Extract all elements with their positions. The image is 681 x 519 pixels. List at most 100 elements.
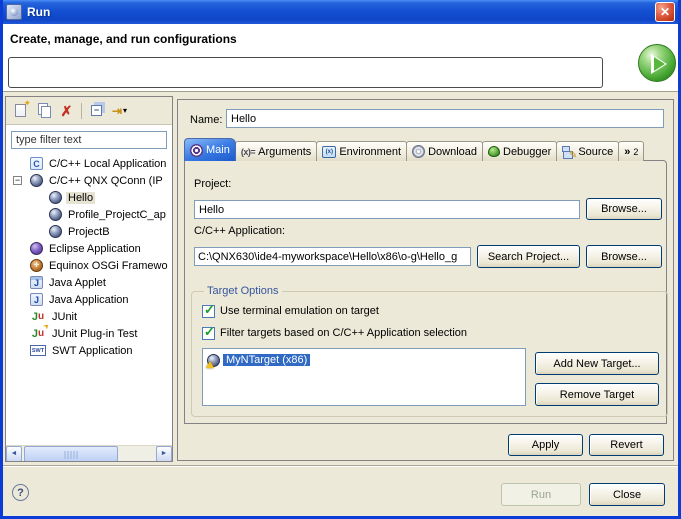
revert-button[interactable]: Revert xyxy=(589,434,664,456)
target-list-item[interactable]: MyNTarget (x86) xyxy=(207,352,521,368)
delete-configuration-button[interactable]: ✗ xyxy=(55,100,78,122)
search-project-button[interactable]: Search Project... xyxy=(477,245,580,268)
bullseye-icon xyxy=(190,144,203,157)
tab-main[interactable]: Main xyxy=(184,138,236,161)
application-label: C/C++ Application: xyxy=(194,225,285,237)
configurations-toolbar: ✗ − ⇥▾ xyxy=(6,97,172,125)
junit-plugin-icon: Ju xyxy=(30,327,46,340)
collapse-all-button[interactable]: − xyxy=(85,100,108,122)
tree-item-java-applet[interactable]: J Java Applet xyxy=(6,274,172,291)
horizontal-scrollbar[interactable]: ◄ ► xyxy=(6,445,172,461)
configuration-detail-panel: Name: Main (x)= Arguments (x) Environmen… xyxy=(177,99,674,461)
scrollbar-thumb[interactable] xyxy=(24,446,118,462)
debugger-bug-icon xyxy=(488,146,500,157)
remove-target-button[interactable]: Remove Target xyxy=(535,383,659,406)
filter-targets-checkbox[interactable]: ✓ xyxy=(202,327,215,340)
tab-bar: Main (x)= Arguments (x) Environment Down… xyxy=(184,138,644,161)
window-icon xyxy=(6,4,22,20)
run-button[interactable]: Run xyxy=(501,483,581,506)
target-options-title: Target Options xyxy=(204,285,282,297)
run-wizard-icon xyxy=(638,44,676,82)
delete-icon: ✗ xyxy=(61,104,73,118)
c-icon: C xyxy=(30,157,43,170)
tab-debugger[interactable]: Debugger xyxy=(482,141,557,161)
dropdown-caret-icon[interactable]: ▾ xyxy=(123,106,127,115)
window-title: Run xyxy=(27,5,650,19)
header-banner: Create, manage, and run configurations xyxy=(3,24,678,92)
source-icon xyxy=(562,145,575,158)
scroll-right-icon[interactable]: ► xyxy=(156,446,172,462)
new-configuration-button[interactable] xyxy=(9,100,32,122)
target-warning-icon xyxy=(206,361,214,368)
checkbox-check-icon: ✓ xyxy=(204,302,215,318)
message-area xyxy=(8,57,603,88)
equinox-icon xyxy=(30,259,43,272)
titlebar[interactable]: Run ✕ xyxy=(3,0,678,24)
overflow-tabs-icon: » xyxy=(624,146,630,158)
play-triangle xyxy=(654,57,665,71)
page-title: Create, manage, and run configurations xyxy=(10,32,237,46)
toolbar-separator xyxy=(81,103,82,119)
target-options-group: Target Options ✓ Use terminal emulation … xyxy=(191,285,668,417)
footer-separator xyxy=(3,465,678,467)
configurations-panel: ✗ − ⇥▾ C C/C++ Local Application − C/C++… xyxy=(5,96,173,462)
tab-source[interactable]: Source xyxy=(556,141,619,161)
run-dialog: Run ✕ Create, manage, and run configurat… xyxy=(0,0,681,519)
junit-icon: Ju xyxy=(30,310,46,323)
new-configuration-icon xyxy=(15,104,26,117)
tree-item-hello[interactable]: Hello xyxy=(6,189,172,206)
target-list[interactable]: MyNTarget (x86) xyxy=(202,348,526,406)
tab-overflow[interactable]: »2 xyxy=(618,141,644,161)
tree-item-swt-application[interactable]: SWT SWT Application xyxy=(6,342,172,359)
project-label: Project: xyxy=(194,178,231,190)
eclipse-icon xyxy=(30,242,43,255)
terminal-emulation-checkbox[interactable]: ✓ xyxy=(202,305,215,318)
tree-item-cpp-qnx-qconn[interactable]: − C/C++ QNX QConn (IP xyxy=(6,172,172,189)
name-label: Name: xyxy=(190,114,222,126)
collapse-all-icon: − xyxy=(91,105,102,116)
main-tab-content: Project: Browse... C/C++ Application: Se… xyxy=(184,160,667,424)
qnx-target-icon xyxy=(49,191,62,204)
tree-item-junit-plugin-test[interactable]: Ju JUnit Plug-in Test xyxy=(6,325,172,342)
browse-application-button[interactable]: Browse... xyxy=(586,245,662,268)
checkbox-check-icon: ✓ xyxy=(204,324,215,340)
java-application-icon: J xyxy=(30,293,43,306)
tab-arguments[interactable]: (x)= Arguments xyxy=(235,141,317,161)
download-icon xyxy=(412,145,425,158)
project-input[interactable] xyxy=(194,200,580,219)
swt-icon: SWT xyxy=(30,345,46,356)
filter-icon: ⇥ xyxy=(112,105,122,117)
filter-targets-label[interactable]: Filter targets based on C/C++ Applicatio… xyxy=(220,327,467,339)
filter-input[interactable] xyxy=(11,131,167,149)
tree-item-cpp-local-application[interactable]: C C/C++ Local Application xyxy=(6,155,172,172)
application-input[interactable] xyxy=(194,247,471,266)
browse-project-button[interactable]: Browse... xyxy=(586,198,662,220)
duplicate-icon xyxy=(41,106,51,118)
tree-item-profile-projectc[interactable]: Profile_ProjectC_ap xyxy=(6,206,172,223)
terminal-emulation-label[interactable]: Use terminal emulation on target xyxy=(220,305,379,317)
add-new-target-button[interactable]: Add New Target... xyxy=(535,352,659,375)
tab-environment[interactable]: (x) Environment xyxy=(316,141,407,161)
tree-item-junit[interactable]: Ju JUnit xyxy=(6,308,172,325)
expander-icon[interactable]: − xyxy=(13,176,22,185)
tree-item-java-application[interactable]: J Java Application xyxy=(6,291,172,308)
arguments-icon: (x)= xyxy=(241,147,255,157)
name-input[interactable] xyxy=(226,109,664,128)
tree-item-eclipse-application[interactable]: Eclipse Application xyxy=(6,240,172,257)
scroll-left-icon[interactable]: ◄ xyxy=(6,446,22,462)
environment-icon: (x) xyxy=(322,146,336,158)
duplicate-configuration-button[interactable] xyxy=(32,100,55,122)
java-applet-icon: J xyxy=(30,276,43,289)
tab-download[interactable]: Download xyxy=(406,141,483,161)
help-button[interactable]: ? xyxy=(12,484,29,501)
close-icon[interactable]: ✕ xyxy=(655,2,675,22)
filter-configurations-button[interactable]: ⇥▾ xyxy=(108,100,131,122)
target-icon xyxy=(207,354,220,367)
close-button[interactable]: Close xyxy=(589,483,665,506)
apply-button[interactable]: Apply xyxy=(508,434,583,456)
tree-item-projectb[interactable]: ProjectB xyxy=(6,223,172,240)
qnx-target-icon xyxy=(49,208,62,221)
configurations-tree: C C/C++ Local Application − C/C++ QNX QC… xyxy=(6,153,172,359)
tree-item-equinox-osgi[interactable]: Equinox OSGi Framewo xyxy=(6,257,172,274)
qnx-target-icon xyxy=(49,225,62,238)
